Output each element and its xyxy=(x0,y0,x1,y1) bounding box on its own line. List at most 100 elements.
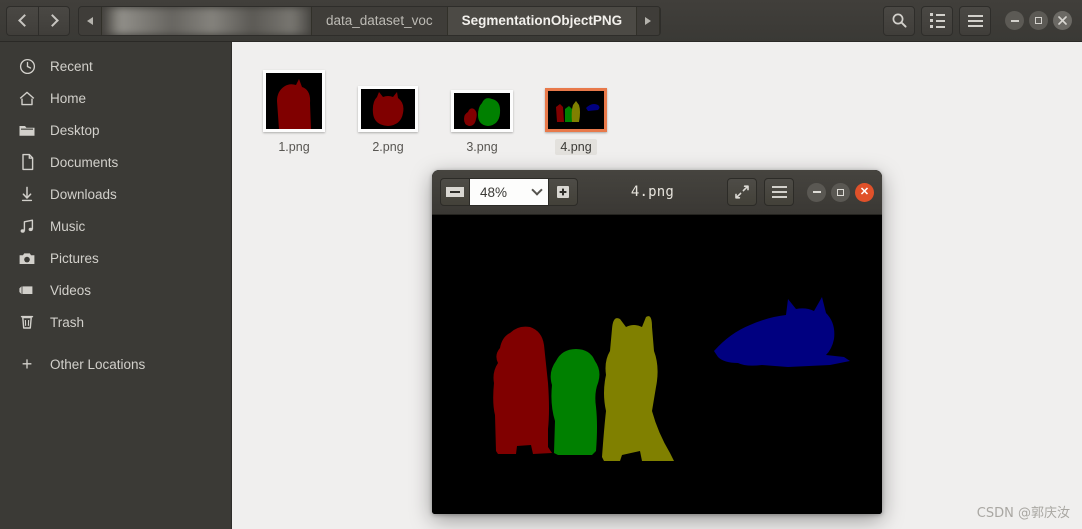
sidebar-item-downloads[interactable]: Downloads xyxy=(0,178,231,210)
search-icon xyxy=(892,13,907,28)
mask-region-green xyxy=(550,349,600,455)
document-icon xyxy=(10,153,44,171)
zoom-out-icon xyxy=(450,191,460,193)
home-icon xyxy=(10,90,44,107)
breadcrumb-scroll-left[interactable] xyxy=(79,6,102,35)
sidebar-item-trash[interactable]: Trash xyxy=(0,306,231,338)
back-arrow-icon xyxy=(17,14,31,27)
caret-right-icon xyxy=(645,16,652,25)
sidebar-label-pictures: Pictures xyxy=(50,250,99,266)
close-icon: ✕ xyxy=(859,185,870,198)
window-controls xyxy=(1005,11,1072,30)
file-grid: 1.png 2.png 3.png 4.png xyxy=(233,42,1082,155)
file-item[interactable]: 3.png xyxy=(435,54,529,155)
header-bar: data_dataset_voc SegmentationObjectPNG xyxy=(0,0,1082,42)
minimize-icon xyxy=(812,191,821,193)
zoom-out-button[interactable] xyxy=(440,178,470,206)
sidebar-item-music[interactable]: Music xyxy=(0,210,231,242)
redacted-path-blur xyxy=(102,6,311,35)
search-button[interactable] xyxy=(883,5,915,36)
sidebar-label-music: Music xyxy=(50,218,86,234)
breadcrumb-item-current[interactable]: SegmentationObjectPNG xyxy=(447,6,638,35)
minimize-icon xyxy=(1010,19,1019,22)
viewer-title: 4.png xyxy=(630,184,675,200)
fullscreen-icon xyxy=(735,185,749,199)
sidebar-item-pictures[interactable]: Pictures xyxy=(0,242,231,274)
trash-icon xyxy=(10,313,44,331)
sidebar-label-videos: Videos xyxy=(50,282,92,298)
sidebar-label-other-locations: Other Locations xyxy=(50,356,146,372)
file-item[interactable]: 2.png xyxy=(341,54,435,155)
file-name-label: 3.png xyxy=(466,140,498,154)
breadcrumb: data_dataset_voc SegmentationObjectPNG xyxy=(78,5,662,36)
breadcrumb-item-dataset[interactable]: data_dataset_voc xyxy=(312,6,448,35)
thumbnail-wrap xyxy=(358,58,418,132)
maximize-icon xyxy=(1035,17,1042,24)
file-thumbnail xyxy=(358,86,418,132)
thumbnail-wrap xyxy=(451,58,513,132)
zoom-level-select[interactable]: 48% xyxy=(470,178,548,206)
file-name-label: 1.png xyxy=(278,140,310,154)
back-button[interactable] xyxy=(6,5,38,36)
segmentation-mask-image xyxy=(432,215,882,514)
fullscreen-button[interactable] xyxy=(727,178,757,206)
watermark: CSDN @郭庆汝 xyxy=(976,506,1070,521)
viewer-maximize-button[interactable] xyxy=(831,182,850,202)
sidebar-item-home[interactable]: Home xyxy=(0,82,231,114)
main-menu-button[interactable] xyxy=(959,5,991,36)
segmentation-preview xyxy=(361,89,415,129)
zoom-in-button[interactable] xyxy=(548,178,578,206)
clock-icon xyxy=(10,58,44,75)
maximize-button[interactable] xyxy=(1029,11,1048,30)
zoom-level-value: 48% xyxy=(480,184,508,200)
forward-button[interactable] xyxy=(38,5,70,36)
menu-icon xyxy=(771,186,787,198)
breadcrumb-path-redacted[interactable] xyxy=(102,6,312,35)
file-manager-window: data_dataset_voc SegmentationObjectPNG R… xyxy=(0,0,1082,529)
sidebar-label-documents: Documents xyxy=(50,154,119,170)
viewer-title-bar: 48% 4.png ✕ xyxy=(432,170,882,215)
viewer-menu-button[interactable] xyxy=(764,178,794,206)
viewer-minimize-button[interactable] xyxy=(807,182,826,202)
viewer-image-canvas[interactable] xyxy=(432,215,882,514)
segmentation-preview xyxy=(548,91,604,129)
forward-arrow-icon xyxy=(46,14,59,27)
file-name-label-selected: 4.png xyxy=(555,139,597,155)
sidebar-label-trash: Trash xyxy=(50,314,85,330)
sidebar-item-other-locations[interactable]: + Other Locations xyxy=(0,348,231,380)
mask-region-red xyxy=(493,326,552,454)
file-thumbnail xyxy=(545,88,607,132)
zoom-in-icon xyxy=(557,186,569,198)
sidebar-item-recent[interactable]: Recent xyxy=(0,50,231,82)
minimize-button[interactable] xyxy=(1005,11,1024,30)
sidebar-label-desktop: Desktop xyxy=(50,122,100,138)
sidebar-item-desktop[interactable]: Desktop xyxy=(0,114,231,146)
menu-icon xyxy=(967,14,983,27)
close-button[interactable] xyxy=(1053,11,1072,30)
sidebar-item-videos[interactable]: Videos xyxy=(0,274,231,306)
list-view-icon xyxy=(929,13,945,28)
folder-icon xyxy=(10,123,44,138)
zoom-controls: 48% xyxy=(440,178,578,206)
thumbnail-wrap xyxy=(545,58,607,132)
file-thumbnail xyxy=(451,90,513,132)
file-item-selected[interactable]: 4.png xyxy=(529,54,623,155)
viewer-window-controls: ✕ xyxy=(807,182,874,202)
segmentation-preview xyxy=(454,93,510,129)
video-icon xyxy=(10,283,44,297)
chevron-down-icon xyxy=(531,184,543,196)
thumbnail-wrap xyxy=(263,58,325,132)
camera-icon xyxy=(10,251,44,266)
header-actions xyxy=(883,5,1076,36)
viewer-close-button[interactable]: ✕ xyxy=(855,182,874,202)
sidebar-label-recent: Recent xyxy=(50,58,93,74)
view-toggle-button[interactable] xyxy=(921,5,953,36)
music-icon xyxy=(10,218,44,235)
segmentation-preview xyxy=(266,73,322,129)
download-icon xyxy=(10,185,44,203)
file-item[interactable]: 1.png xyxy=(247,54,341,155)
maximize-icon xyxy=(837,188,844,196)
sidebar-item-documents[interactable]: Documents xyxy=(0,146,231,178)
breadcrumb-scroll-right[interactable] xyxy=(637,6,661,35)
close-icon xyxy=(1058,16,1067,25)
